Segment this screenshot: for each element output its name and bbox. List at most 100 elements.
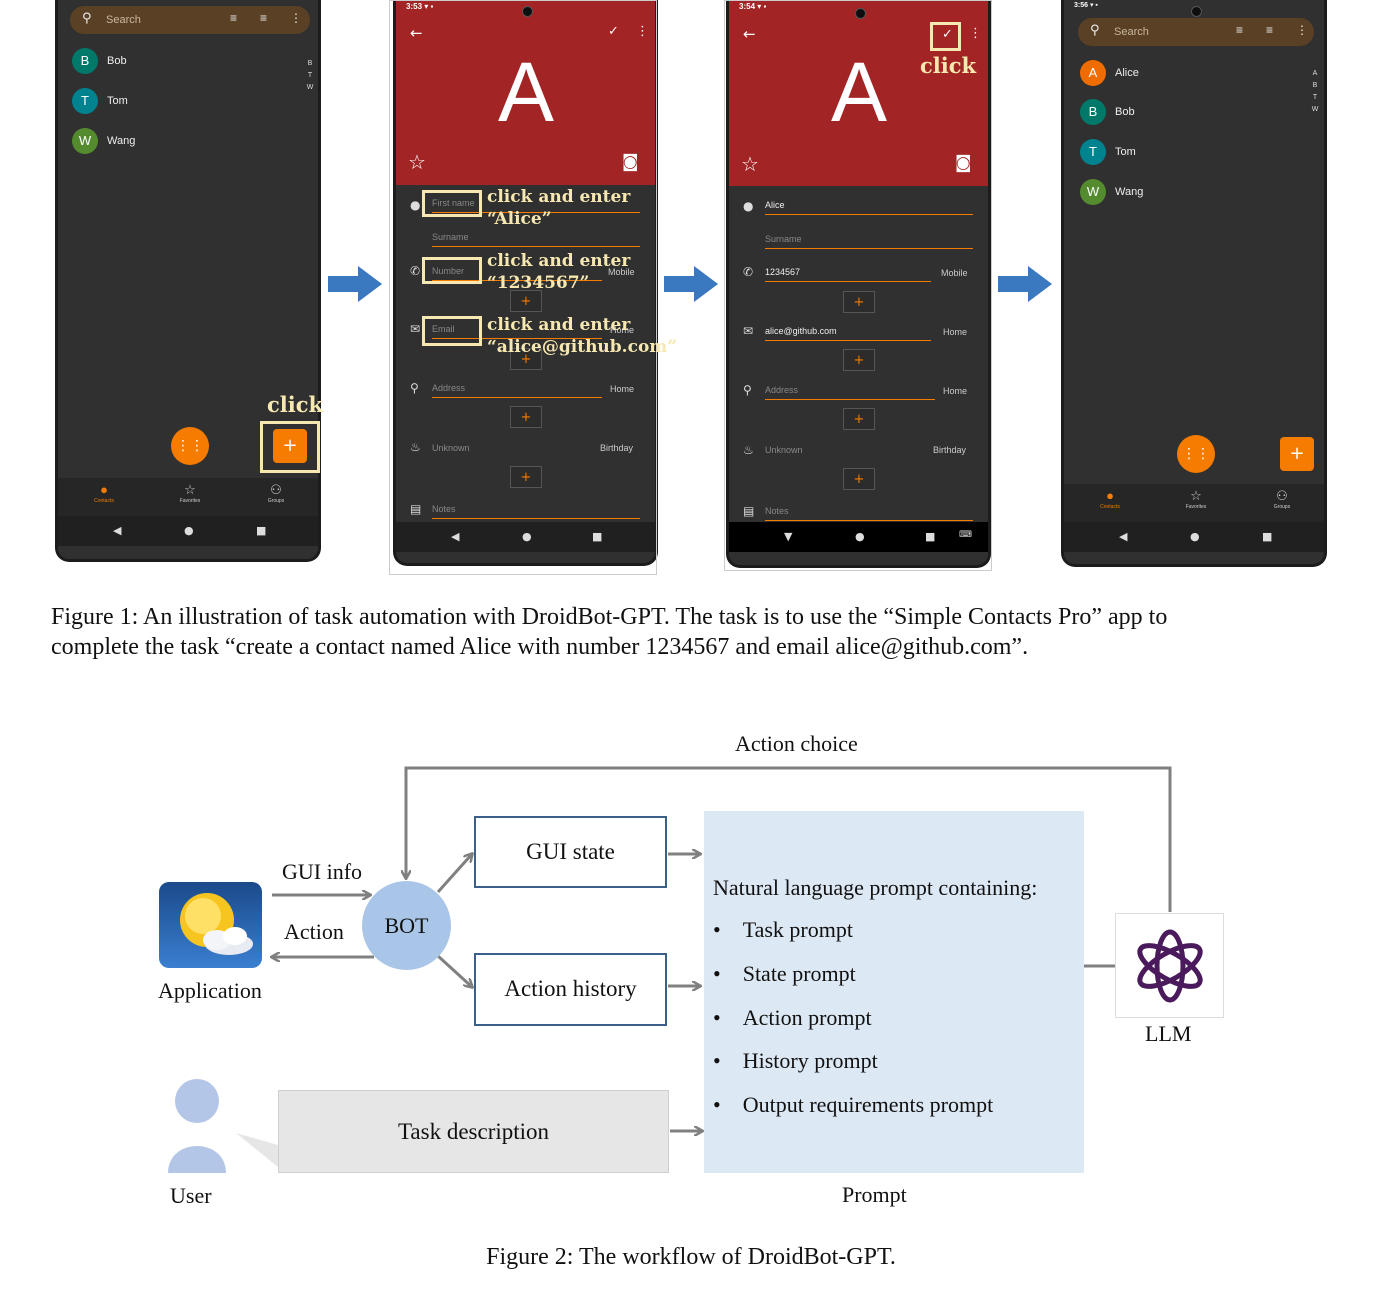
prompt-item: • Task prompt [713,917,853,942]
search-placeholder: Search [1114,26,1149,38]
event-placeholder[interactable]: Unknown [432,443,470,453]
phone-screen-filled-contact: 3:54 ▾ ▪ ← ✓ ⋮ A ☆ ◙ ● Alice Surname ✆ 1… [726,0,991,568]
status-time: 3:53 [406,2,423,11]
event-type[interactable]: Birthday [600,443,633,453]
star-icon[interactable]: ☆ [408,150,426,174]
tab-favorites[interactable]: ☆ Favorites [160,482,220,504]
dialpad-button[interactable]: ⋮⋮ [171,427,209,465]
tab-label: Contacts [1100,504,1120,510]
tab-contacts[interactable]: ● Contacts [1080,488,1140,510]
address-type[interactable]: Home [610,384,634,394]
number-type[interactable]: Mobile [941,268,968,278]
notes-field[interactable]: Notes [765,504,973,521]
event-type[interactable]: Birthday [933,445,966,455]
add-contact-button[interactable]: + [273,429,307,463]
add-email-button[interactable]: + [843,349,875,371]
email-type[interactable]: Home [943,327,967,337]
search-bar[interactable]: ⚲ Search ≡ ≡ ⋮ [1078,18,1314,46]
home-icon[interactable]: ● [1190,530,1200,543]
back-icon[interactable]: ◀ [1119,530,1127,543]
gui-info-label: GUI info [282,859,363,884]
index-letter: W [1311,106,1319,113]
more-options-icon[interactable]: ⋮ [1296,23,1308,37]
save-check-icon[interactable]: ✓ [608,24,619,39]
camera-icon[interactable]: ◙ [955,153,972,173]
surname-field[interactable]: Surname [765,232,973,249]
search-bar[interactable]: ⚲ Search ≡ ≡ ⋮ [70,6,310,34]
add-number-button[interactable]: + [843,291,875,313]
dialpad-button[interactable]: ⋮⋮ [1177,435,1215,473]
number-field[interactable]: 1234567 [765,265,931,282]
contact-avatar: W [72,128,98,154]
address-field[interactable]: Address [432,381,602,398]
event-placeholder[interactable]: Unknown [765,445,803,455]
back-icon[interactable]: ◀ [113,524,121,537]
contact-row[interactable]: B Bob [72,48,272,76]
back-icon[interactable]: ◀ [451,530,459,543]
click-annotation: click [920,53,977,78]
notes-field[interactable]: Notes [432,502,640,519]
back-arrow-icon[interactable]: ← [743,25,756,43]
camera-hole [1191,6,1202,17]
contact-name: Tom [1115,146,1136,158]
email-field[interactable]: alice@github.com [765,324,931,341]
prompt-item-label: Output requirements prompt [742,1092,994,1117]
home-icon[interactable]: ● [522,530,532,543]
add-address-button[interactable]: + [843,408,875,430]
home-icon[interactable]: ● [855,530,865,543]
address-field[interactable]: Address [765,383,935,400]
person-icon: ● [410,198,421,212]
index-letter: A [1312,70,1318,77]
tab-groups[interactable]: ⚇ Groups [1252,488,1312,510]
keyboard-icon[interactable]: ⌨ [959,530,972,540]
recents-icon[interactable]: ■ [1262,530,1272,543]
add-event-button[interactable]: + [510,466,542,488]
alphabet-index[interactable]: A B T W [1311,68,1319,116]
recents-icon[interactable]: ■ [592,530,602,543]
weather-icon [180,893,253,955]
first-name-field[interactable]: Alice [765,198,973,215]
contact-row[interactable]: B Bob [1080,99,1280,127]
more-options-icon[interactable]: ⋮ [969,26,982,41]
recents-icon[interactable]: ■ [256,524,266,537]
contact-row[interactable]: W Wang [72,128,272,156]
add-contact-button[interactable]: + [1280,437,1314,471]
add-event-button[interactable]: + [843,468,875,490]
recents-icon[interactable]: ■ [925,530,935,543]
contact-row[interactable]: W Wang [1080,179,1280,207]
bottom-navigation: ● Contacts ☆ Favorites ⚇ Groups [1064,484,1324,524]
address-type[interactable]: Home [943,386,967,396]
user-label: User [170,1183,212,1208]
annotation-enter-alice: click and enter “Alice” [487,186,630,230]
filter-icon[interactable]: ≡ [260,11,267,25]
contact-name: Wang [107,135,136,147]
sort-icon[interactable]: ≡ [230,11,237,25]
gui-state-label: GUI state [526,839,615,864]
camera-icon[interactable]: ◙ [622,152,639,172]
tab-contacts[interactable]: ● Contacts [74,482,134,504]
tab-groups[interactable]: ⚇ Groups [246,482,306,504]
star-icon[interactable]: ☆ [741,152,759,176]
home-icon[interactable]: ● [184,524,194,537]
surname-field[interactable]: Surname [432,230,640,247]
action-label: Action [284,919,344,944]
phone-icon: ✆ [410,264,421,278]
contact-row[interactable]: T Tom [1080,139,1280,167]
back-icon[interactable]: ▼ [784,530,792,543]
flow-arrow [998,266,1052,302]
prompt-item-label: Action prompt [742,1005,872,1030]
llm-label: LLM [1145,1021,1192,1046]
bot-to-gui-state-arrow [436,854,472,894]
alphabet-index[interactable]: B T W [306,58,314,94]
more-options-icon[interactable]: ⋮ [636,24,649,39]
add-address-button[interactable]: + [510,406,542,428]
prompt-item: • Action prompt [713,1005,872,1030]
sort-icon[interactable]: ≡ [1236,23,1243,37]
more-options-icon[interactable]: ⋮ [290,11,302,25]
contact-row[interactable]: A Alice [1080,60,1280,88]
tab-favorites[interactable]: ☆ Favorites [1166,488,1226,510]
filter-icon[interactable]: ≡ [1266,23,1273,37]
back-arrow-icon[interactable]: ← [410,24,423,42]
contact-row[interactable]: T Tom [72,88,272,116]
flow-arrow [664,266,718,302]
